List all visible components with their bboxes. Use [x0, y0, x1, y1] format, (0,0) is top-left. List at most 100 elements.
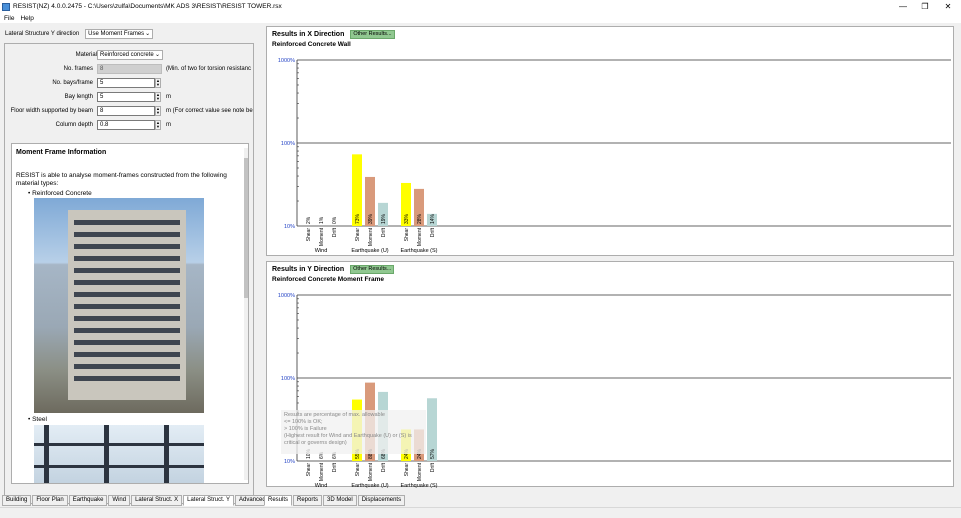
tab-building[interactable]: Building [2, 495, 32, 506]
tab-displacements[interactable]: Displacements [357, 495, 406, 506]
data-label: 19% [381, 213, 387, 224]
floor-width-field[interactable]: 8 [97, 106, 155, 116]
moment-frame-panel: Material Reinforced concrete ⌄ No. frame… [4, 43, 254, 504]
data-label: 14% [430, 213, 436, 224]
floor-width-note: m (For correct value see note be [166, 108, 253, 114]
tooltip-line: <= 100% is OK; [284, 419, 323, 425]
y-tick-label: 1000% [278, 293, 295, 299]
results-y-panel: Results in Y Direction Other Results... … [266, 261, 954, 488]
column-depth-unit: m [166, 122, 171, 128]
info-text: RESIST is able to analyse moment-frames … [16, 172, 227, 187]
no-frames-note: (Min. of two for torsion resistanc [166, 66, 252, 72]
tooltip-line: Results are percentage of max. allowable [284, 412, 385, 418]
results-area: Results in X Direction Other Results... … [262, 25, 961, 495]
x-tick-label: Moment [417, 227, 423, 246]
scrollbar-thumb[interactable] [244, 158, 248, 298]
data-label: 57% [430, 448, 436, 459]
tab-floor-plan[interactable]: Floor Plan [32, 495, 68, 506]
right-tab-strip: Results Reports 3D Model Displacements [264, 495, 406, 506]
maximize-button[interactable]: ❐ [914, 0, 936, 13]
no-frames-field[interactable]: 8 [97, 64, 162, 74]
y-tick-label: 100% [281, 141, 295, 147]
no-bays-field[interactable]: 5 [97, 78, 155, 88]
bay-length-field[interactable]: 5 [97, 92, 155, 102]
results-tooltip: Results are percentage of max. allowable… [281, 410, 426, 454]
tab-reports[interactable]: Reports [293, 495, 323, 506]
lateral-structure-value: Use Moment Frames [88, 31, 145, 37]
lateral-structure-select[interactable]: Use Moment Frames ⌄ [85, 29, 154, 39]
concrete-building-photo [34, 198, 204, 413]
x-tick-label: Moment [319, 227, 325, 246]
material-select[interactable]: Reinforced concrete ⌄ [97, 50, 163, 60]
x-tick-label: Shear [306, 463, 312, 477]
minimize-button[interactable]: — [892, 0, 914, 13]
data-label: 0% [332, 216, 338, 224]
data-label: 1% [319, 216, 325, 224]
x-tick-label: Shear [355, 228, 361, 242]
x-tick-label: Drift [332, 227, 338, 237]
status-bar [0, 507, 961, 518]
group-label: Earthquake (U) [351, 248, 388, 254]
group-label: Wind [315, 248, 328, 254]
menu-help[interactable]: Help [20, 15, 33, 22]
results-y-chart: 1000%100%10%10%Shear6%Moment6%Drift55%Sh… [278, 293, 951, 488]
lateral-structure-label: Lateral Structure Y direction [5, 31, 80, 37]
tab-lateral-struct-y[interactable]: Lateral Struct. Y [183, 495, 235, 506]
chevron-down-icon: ⌄ [154, 52, 160, 58]
x-tick-label: Moment [319, 462, 325, 481]
x-tick-label: Moment [368, 462, 374, 481]
x-tick-label: Drift [332, 462, 338, 472]
info-box: Moment Frame Information RESIST is able … [11, 143, 249, 484]
material-label: Material [75, 52, 97, 58]
bay-length-stepper[interactable]: ▲ ▼ [155, 92, 161, 102]
title-bar: RESIST(NZ) 4.0.0.2475 - C:\Users\zulfa\D… [0, 0, 961, 13]
column-depth-label: Column depth [55, 122, 93, 128]
window-title: RESIST(NZ) 4.0.0.2475 - C:\Users\zulfa\D… [13, 3, 282, 10]
info-scrollbar[interactable] [244, 148, 248, 480]
results-x-chart: 1000% 100% 10% 2% Shear 1% Moment 0% Drift 73% She… [278, 58, 951, 254]
data-label: 33% [404, 213, 410, 224]
tab-lateral-struct-x[interactable]: Lateral Struct. X [131, 495, 183, 506]
group-label: Earthquake (S) [401, 483, 438, 488]
data-label: 2% [306, 216, 312, 224]
x-tick-label: Shear [404, 228, 410, 242]
material-value: Reinforced concrete [100, 52, 154, 58]
bullet-label: Reinforced Concrete [32, 190, 92, 197]
y-tick-label: 10% [284, 224, 295, 230]
x-tick-label: Moment [368, 227, 374, 246]
x-tick-label: Shear [404, 463, 410, 477]
tooltip-line: (Highest result for Wind and Earthquake … [284, 433, 412, 439]
x-tick-label: Moment [417, 462, 423, 481]
floor-width-label: Floor width supported by beam [10, 108, 93, 114]
x-tick-label: Shear [306, 228, 312, 242]
column-depth-field[interactable]: 0.8 [97, 120, 155, 130]
y-tick-label: 10% [284, 459, 295, 465]
no-bays-label: No. bays/frame [52, 80, 93, 86]
menu-file[interactable]: File [4, 15, 14, 22]
bullet-steel: • Steel [28, 416, 47, 423]
bullet-label: Steel [32, 416, 47, 423]
group-label: Wind [315, 483, 328, 488]
building-shape [68, 210, 186, 400]
data-label: 73% [355, 213, 361, 224]
left-panel: Lateral Structure Y direction Use Moment… [0, 25, 258, 506]
y-tick-label: 1000% [278, 58, 295, 64]
chevron-down-icon: ⌄ [145, 31, 151, 37]
no-bays-stepper[interactable]: ▲ ▼ [155, 78, 161, 88]
column-depth-stepper[interactable]: ▲ ▼ [155, 120, 161, 130]
group-label: Earthquake (S) [401, 248, 438, 254]
tooltip-line: critical or governs design) [284, 440, 347, 446]
tab-results[interactable]: Results [264, 495, 293, 506]
tab-3d-model[interactable]: 3D Model [323, 495, 357, 506]
y-tick-label: 100% [281, 376, 295, 382]
menu-bar: File Help [0, 13, 961, 23]
x-tick-label: Drift [430, 462, 436, 472]
tab-earthquake[interactable]: Earthquake [68, 495, 108, 506]
x-tick-label: Shear [355, 463, 361, 477]
tab-wind[interactable]: Wind [108, 495, 131, 506]
bullet-reinforced-concrete: • Reinforced Concrete [28, 190, 92, 197]
close-button[interactable]: ✕ [937, 0, 959, 13]
info-title: Moment Frame Information [16, 149, 107, 156]
floor-width-stepper[interactable]: ▲ ▼ [155, 106, 161, 116]
data-label: 39% [368, 213, 374, 224]
